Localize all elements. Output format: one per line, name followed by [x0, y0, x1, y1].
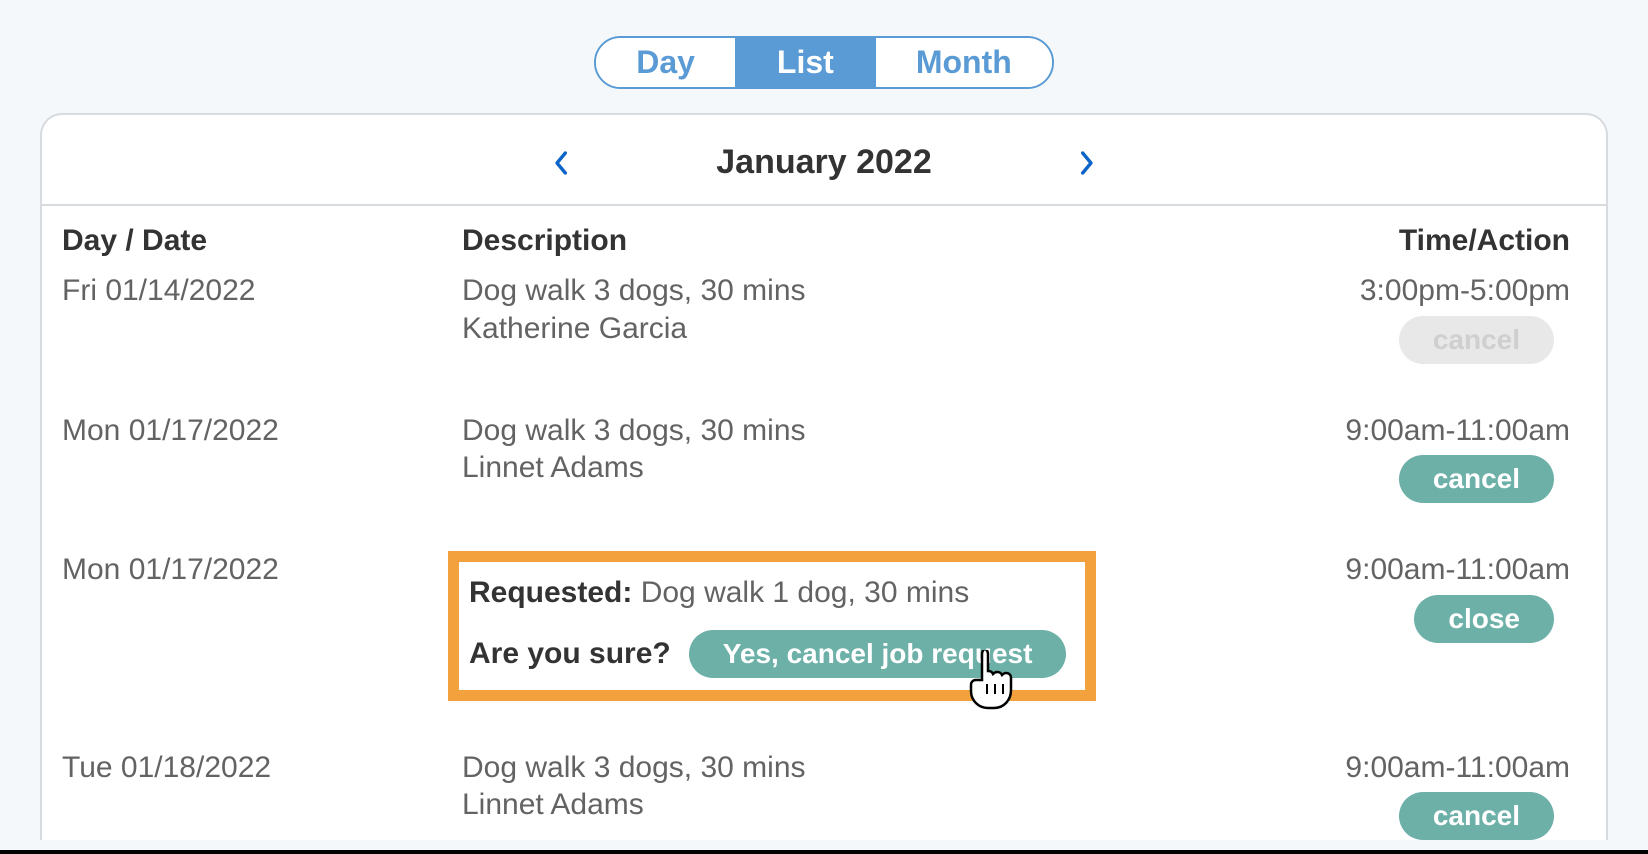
desc-line-1: Dog walk 3 dogs, 30 mins — [462, 751, 806, 784]
table-row: Mon 01/17/2022 Requested: Dog walk 1 dog… — [42, 543, 1606, 741]
requested-text: Dog walk 1 dog, 30 mins — [632, 576, 969, 609]
requested-line: Requested: Dog walk 1 dog, 30 mins — [469, 574, 1075, 612]
row-time: 9:00am-11:00am — [1226, 551, 1570, 589]
desc-line-2: Linnet Adams — [462, 786, 1226, 824]
row-time-action: 9:00am-11:00am cancel — [1226, 412, 1586, 504]
row-description: Dog walk 3 dogs, 30 mins Katherine Garci… — [462, 272, 1226, 347]
requested-label: Requested: — [469, 576, 632, 609]
confirm-line: Are you sure? Yes, cancel job request — [469, 630, 1075, 678]
cancel-button[interactable]: cancel — [1399, 455, 1554, 503]
row-description: Dog walk 3 dogs, 30 mins Linnet Adams — [462, 749, 1226, 824]
row-time-action: 9:00am-11:00am cancel — [1226, 749, 1586, 841]
row-time-action: 3:00pm-5:00pm cancel — [1226, 272, 1586, 364]
table-row: Fri 01/14/2022 Dog walk 3 dogs, 30 mins … — [42, 264, 1606, 404]
cancel-button: cancel — [1399, 316, 1554, 364]
cancel-button[interactable]: cancel — [1399, 792, 1554, 840]
table-row: Tue 01/18/2022 Dog walk 3 dogs, 30 mins … — [42, 741, 1606, 841]
tab-month[interactable]: Month — [874, 38, 1052, 87]
row-date: Mon 01/17/2022 — [62, 551, 462, 589]
row-date: Fri 01/14/2022 — [62, 272, 462, 310]
row-description: Dog walk 3 dogs, 30 mins Linnet Adams — [462, 412, 1226, 487]
chevron-left-icon[interactable] — [548, 149, 576, 177]
col-day-date: Day / Date — [62, 224, 462, 258]
row-time: 9:00am-11:00am — [1226, 412, 1570, 450]
row-date: Tue 01/18/2022 — [62, 749, 462, 787]
bottom-crop-line — [0, 850, 1648, 854]
desc-line-1: Dog walk 3 dogs, 30 mins — [462, 414, 806, 447]
col-time-action: Time/Action — [1226, 224, 1586, 258]
desc-line-1: Dog walk 3 dogs, 30 mins — [462, 274, 806, 307]
col-description: Description — [462, 224, 1226, 258]
row-description: Requested: Dog walk 1 dog, 30 mins Are y… — [462, 551, 1226, 701]
tab-list[interactable]: List — [735, 38, 874, 87]
view-tabs: Day List Month — [0, 0, 1648, 113]
table-row: Mon 01/17/2022 Dog walk 3 dogs, 30 mins … — [42, 404, 1606, 544]
table-header: Day / Date Description Time/Action — [42, 206, 1606, 264]
calendar-card: January 2022 Day / Date Description Time… — [40, 113, 1608, 840]
row-date: Mon 01/17/2022 — [62, 412, 462, 450]
view-tab-group: Day List Month — [594, 36, 1054, 89]
tab-day[interactable]: Day — [596, 38, 735, 87]
row-time: 9:00am-11:00am — [1226, 749, 1570, 787]
month-title: January 2022 — [716, 143, 932, 182]
close-button[interactable]: close — [1414, 595, 1554, 643]
desc-line-2: Katherine Garcia — [462, 310, 1226, 348]
row-time: 3:00pm-5:00pm — [1226, 272, 1570, 310]
month-nav: January 2022 — [42, 115, 1606, 206]
confirm-question: Are you sure? — [469, 635, 671, 673]
confirm-cancel-button[interactable]: Yes, cancel job request — [689, 630, 1067, 678]
desc-line-2: Linnet Adams — [462, 449, 1226, 487]
row-time-action: 9:00am-11:00am close — [1226, 551, 1586, 643]
confirm-highlight-box: Requested: Dog walk 1 dog, 30 mins Are y… — [448, 551, 1096, 701]
chevron-right-icon[interactable] — [1072, 149, 1100, 177]
